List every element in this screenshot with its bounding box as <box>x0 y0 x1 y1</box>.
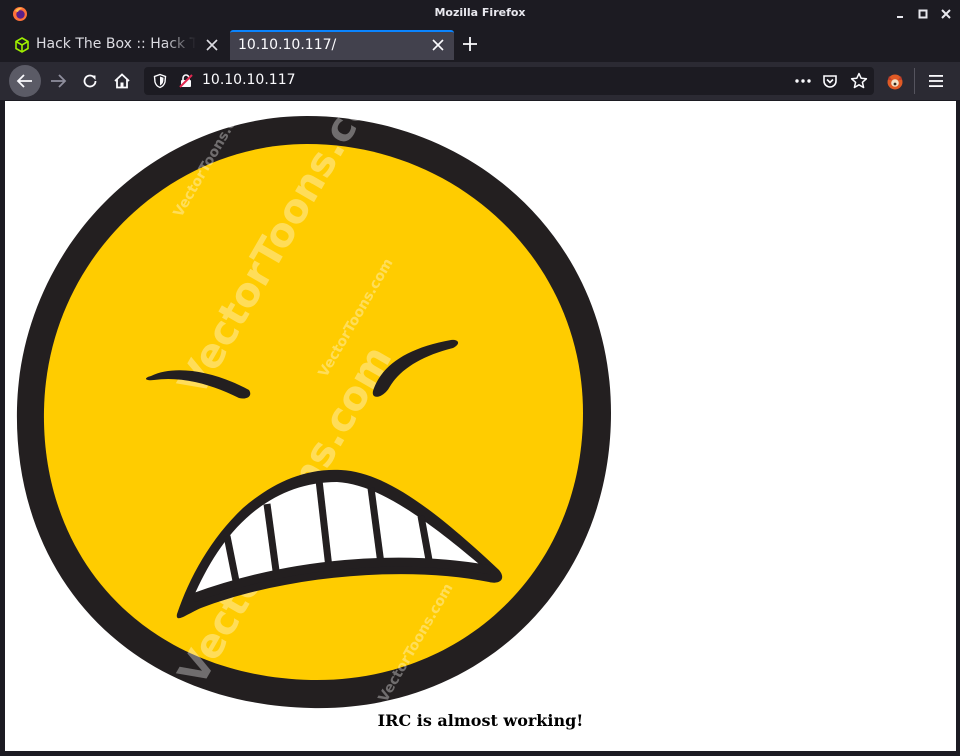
tab-active-site[interactable]: 10.10.10.117/ <box>230 30 454 60</box>
more-dots-icon[interactable] <box>794 73 812 89</box>
window-title: Mozilla Firefox <box>434 6 526 19</box>
title-bar: Mozilla Firefox <box>0 0 960 28</box>
close-icon[interactable] <box>939 7 953 21</box>
url-bar[interactable]: 10.10.10.117 <box>144 67 874 95</box>
home-button[interactable] <box>106 65 138 97</box>
hackthebox-cube-icon <box>15 37 29 53</box>
tab-hack-the-box[interactable]: Hack The Box :: Hack The Box <box>4 30 228 60</box>
home-icon <box>114 73 130 89</box>
tracking-shield-icon[interactable] <box>152 73 168 89</box>
back-button[interactable] <box>9 65 41 97</box>
tab-label: Hack The Box :: Hack The Box <box>36 36 196 52</box>
page-caption: IRC is almost working! <box>377 711 584 730</box>
maximize-icon[interactable] <box>916 7 930 21</box>
forward-button[interactable] <box>42 65 74 97</box>
new-tab-plus-icon[interactable] <box>461 35 479 53</box>
tab-close-icon[interactable] <box>432 39 444 51</box>
tab-strip: Hack The Box :: Hack The Box 10.10.10.11… <box>0 28 960 62</box>
url-text[interactable]: 10.10.10.117 <box>202 72 296 88</box>
hamburger-menu-icon[interactable] <box>928 74 944 88</box>
page-content: VectorToons.com VectorToons.com VectorTo… <box>5 101 956 751</box>
angry-smiley-face-image: VectorToons.com VectorToons.com VectorTo… <box>16 108 612 709</box>
foxyproxy-icon[interactable] <box>885 71 905 91</box>
reload-icon <box>83 74 97 88</box>
tab-label: 10.10.10.117/ <box>238 37 337 53</box>
tab-close-icon[interactable] <box>206 39 218 51</box>
insecure-lock-icon[interactable] <box>178 73 194 89</box>
browser-window: Mozilla Firefox Hack The Box :: Hack The… <box>0 0 960 756</box>
navigation-toolbar: 10.10.10.117 <box>0 62 960 100</box>
pocket-icon[interactable] <box>822 73 838 89</box>
reload-button[interactable] <box>74 65 106 97</box>
bookmark-star-icon[interactable] <box>850 72 868 90</box>
back-arrow-icon <box>16 74 32 88</box>
toolbar-separator <box>914 68 915 94</box>
minimize-icon[interactable] <box>893 7 907 21</box>
forward-arrow-icon <box>51 74 67 88</box>
